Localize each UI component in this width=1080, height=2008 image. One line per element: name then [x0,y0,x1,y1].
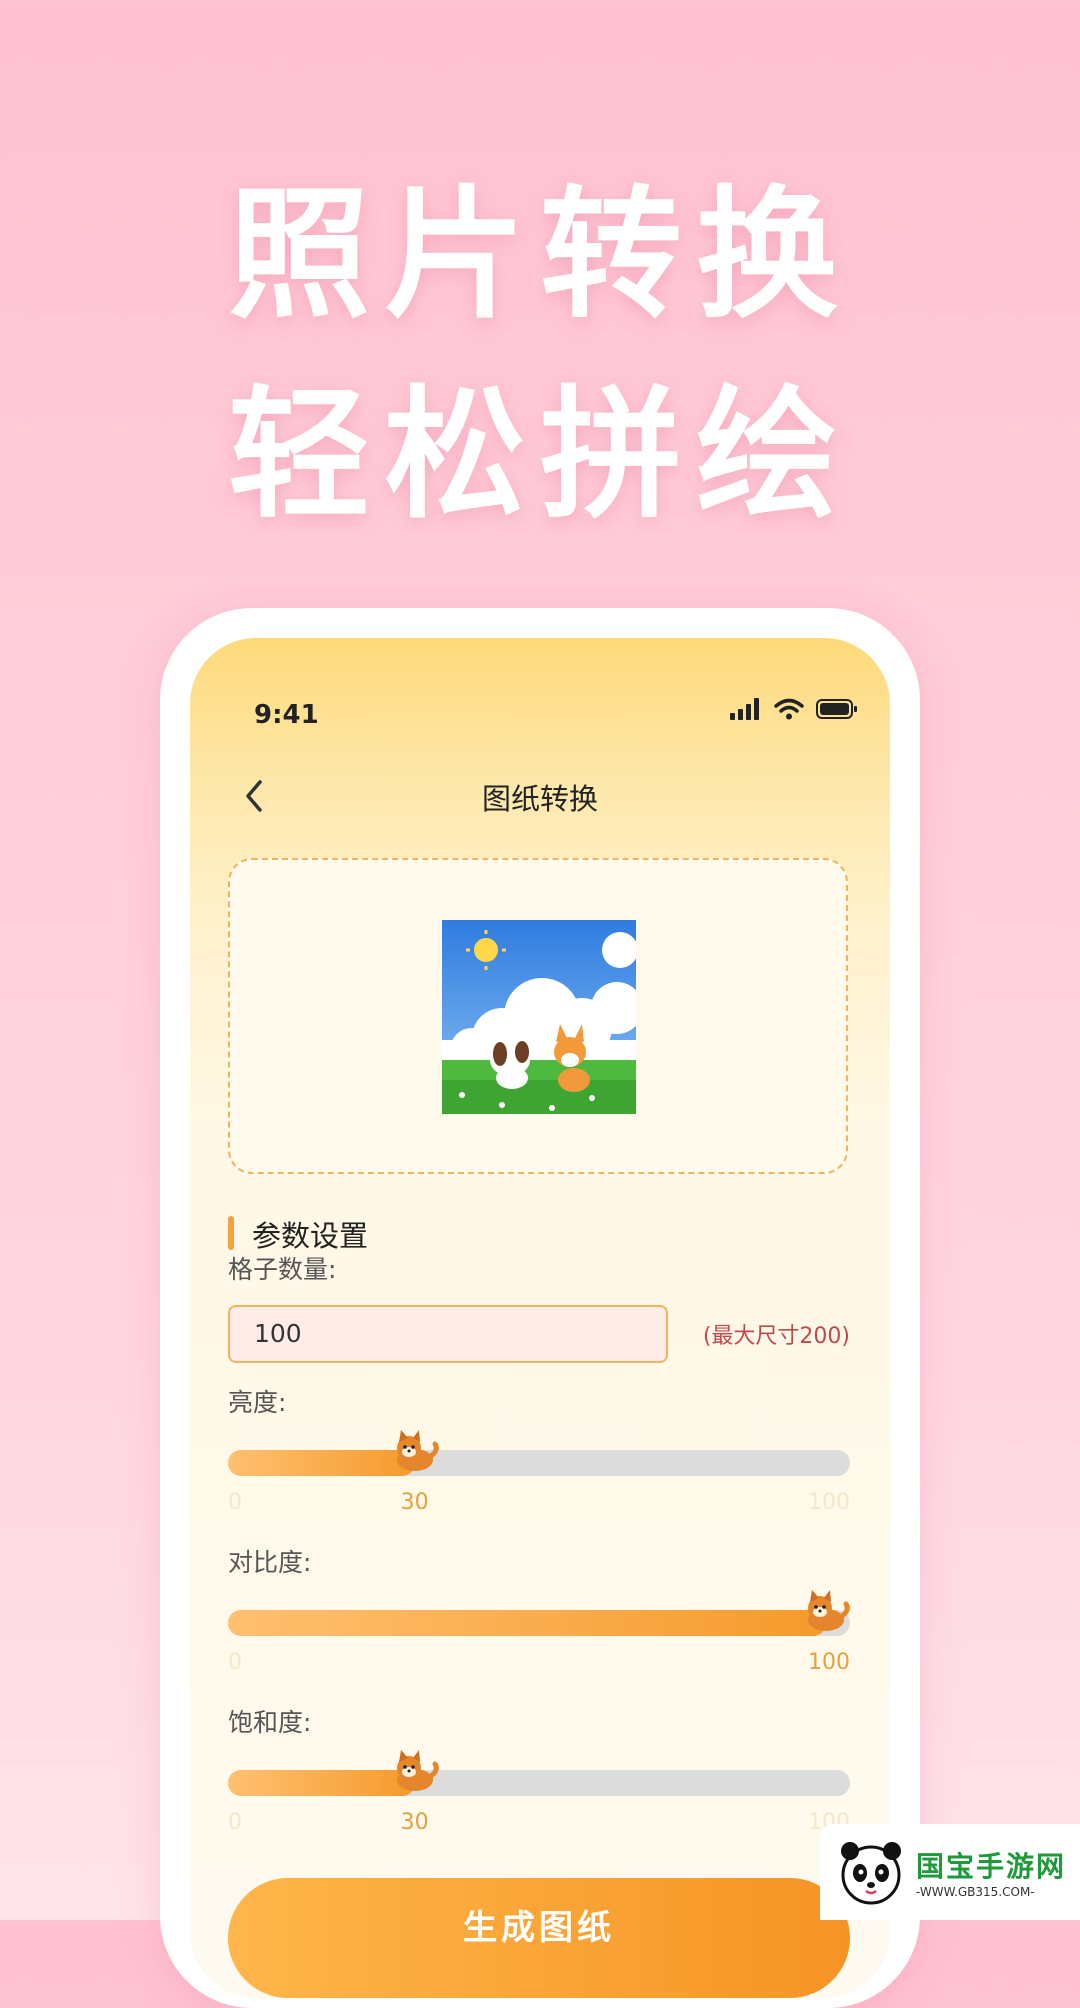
saturation-slider[interactable] [228,1750,850,1796]
phone-mockup: 9:41 图纸转换 参数设置 格子数量: 100 (最大尺寸200) 亮度: 0… [160,608,920,2008]
watermark-url: -WWW.GB315.COM- [916,1885,1035,1899]
wifi-icon [774,698,804,720]
preview-image [442,920,636,1114]
shiba-dog-icon [396,1430,439,1471]
saturation-label: 饱和度: [228,1708,312,1737]
saturation-value: 30 [400,1810,429,1835]
shiba-dog-icon [396,1750,439,1791]
brightness-max: 100 [808,1490,850,1515]
headline-line-2: 轻松拼绘 [228,373,852,538]
headline-line-1: 照片转换 [228,173,852,338]
contrast-label: 对比度: [228,1548,312,1577]
image-upload-area[interactable] [228,858,848,1174]
watermark: 国宝手游网 -WWW.GB315.COM- [820,1824,1080,1920]
status-time: 9:41 [254,700,319,730]
grid-count-input[interactable]: 100 [228,1305,668,1363]
contrast-value: 100 [808,1650,850,1675]
brightness-slider-thumb[interactable] [391,1426,439,1474]
section-accent-bar [228,1216,234,1250]
status-icons [730,698,858,720]
page-title: 图纸转换 [481,782,598,816]
saturation-slider-fill [228,1770,415,1796]
contrast-slider-fill [228,1610,826,1636]
contrast-min: 0 [228,1650,242,1675]
signal-icon [730,698,759,720]
watermark-brand: 国宝手游网 [916,1850,1067,1883]
phone-screen: 9:41 图纸转换 参数设置 格子数量: 100 (最大尺寸200) 亮度: 0… [190,638,890,1998]
grid-count-hint: (最大尺寸200) [702,1324,850,1349]
contrast-slider-thumb[interactable] [802,1586,850,1634]
brightness-slider-fill [228,1450,415,1476]
battery-icon [816,699,857,719]
section-title: 参数设置 [252,1219,369,1253]
brightness-slider[interactable] [228,1430,850,1476]
brightness-label: 亮度: [228,1388,287,1417]
panda-logo-icon [841,1842,901,1905]
saturation-slider-thumb[interactable] [391,1746,439,1794]
shiba-dog-icon [808,1590,850,1631]
saturation-min: 0 [228,1810,242,1835]
brightness-min: 0 [228,1490,242,1515]
brightness-value: 30 [400,1490,429,1515]
contrast-slider[interactable] [228,1590,850,1636]
generate-button[interactable]: 生成图纸 [228,1878,850,1998]
grid-count-label: 格子数量: [228,1255,337,1284]
